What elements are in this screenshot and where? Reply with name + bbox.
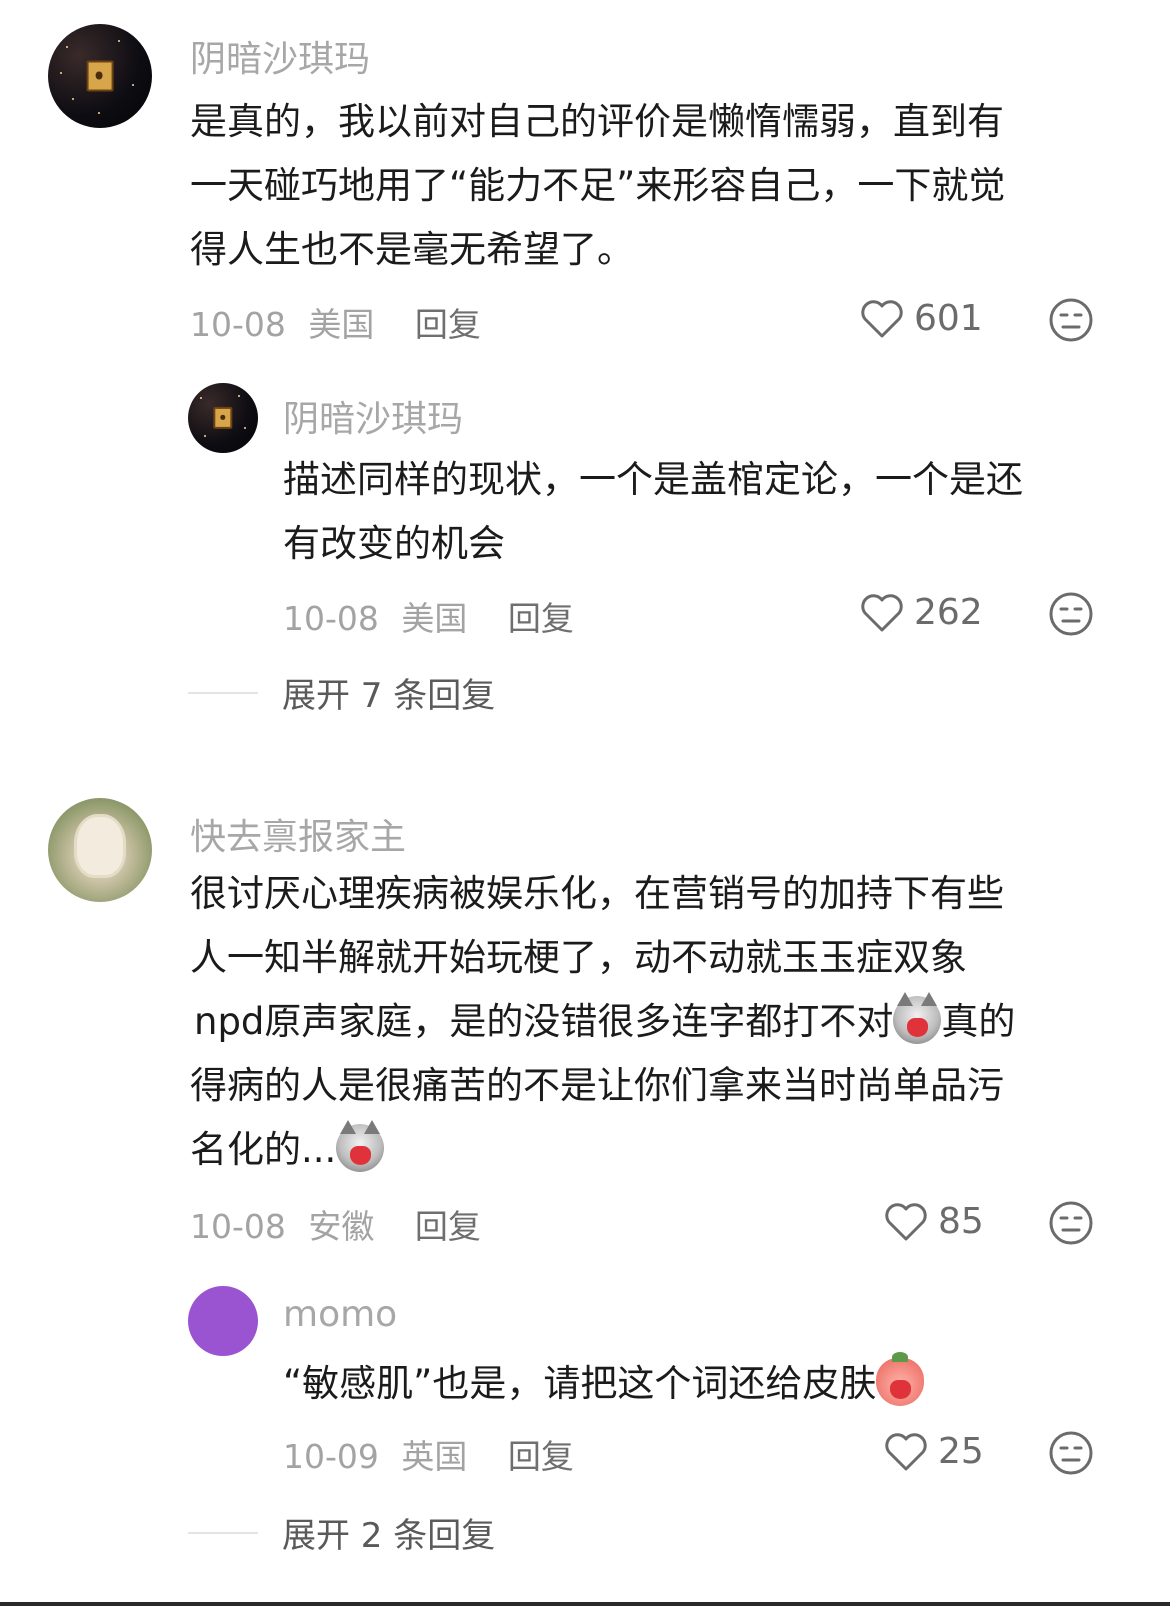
like-button[interactable]: 25 [884, 1431, 984, 1472]
crying-peach-emoji [876, 1352, 925, 1406]
like-button[interactable]: 601 [860, 298, 983, 339]
like-count: 25 [938, 1431, 984, 1472]
like-button[interactable]: 85 [884, 1201, 984, 1242]
neutral-face-icon[interactable] [1048, 591, 1094, 637]
comment-text: 很讨厌心理疾病被娱乐化，在营销号的加持下有些 人一知半解就开始玩梗了，动不动就玉… [190, 862, 1140, 1182]
reply-location: 英国 [401, 1437, 468, 1476]
username[interactable]: 阴暗沙琪玛 [283, 390, 463, 442]
avatar[interactable] [48, 24, 152, 128]
comment-date: 10-08 [190, 305, 286, 344]
username[interactable]: 快去禀报家主 [190, 808, 406, 860]
crying-cat-emoji [336, 1120, 385, 1172]
reply-meta: 10-09 英国 回复 [283, 1430, 574, 1478]
heart-outline-icon [861, 299, 903, 337]
neutral-face-icon[interactable] [1048, 297, 1094, 343]
avatar[interactable] [188, 1286, 258, 1356]
comment-text-line: 得病的人是很痛苦的不是让你们拿来当时尚单品污 [190, 1064, 1004, 1107]
comment-location: 美国 [308, 305, 375, 344]
comment-date: 10-08 [190, 1207, 286, 1246]
comment-meta: 10-08 美国 回复 [190, 298, 481, 346]
reply-button[interactable]: 回复 [415, 305, 481, 344]
heart-outline-icon [885, 1202, 927, 1240]
divider [188, 691, 258, 694]
reply-meta: 10-08 美国 回复 [283, 592, 574, 640]
crying-cat-emoji [893, 992, 942, 1044]
reply-button[interactable]: 回复 [415, 1207, 481, 1246]
expand-replies-button[interactable]: 展开 2 条回复 [188, 1508, 495, 1557]
neutral-face-icon[interactable] [1048, 1200, 1094, 1246]
reply-date: 10-09 [283, 1437, 379, 1476]
avatar[interactable] [48, 798, 152, 902]
heart-outline-icon [861, 593, 903, 631]
comment-text-line: 人一知半解就开始玩梗了，动不动就玉玉症双象 [190, 936, 967, 979]
comment-text-line: 很讨厌心理疾病被娱乐化，在营销号的加持下有些 [190, 872, 1004, 915]
like-button[interactable]: 262 [860, 592, 983, 633]
comment-text-line: npd原声家庭，是的没错很多连字都打不对 真的 [190, 990, 1140, 1054]
neutral-face-icon[interactable] [1048, 1430, 1094, 1476]
comment-meta: 10-08 安徽 回复 [190, 1200, 481, 1248]
comment-text: 是真的，我以前对自己的评价是懒惰懦弱，直到有 一天碰巧地用了“能力不足”来形容自… [190, 100, 1006, 271]
reply-button[interactable]: 回复 [508, 1437, 574, 1476]
heart-outline-icon [885, 1432, 927, 1470]
expand-replies-button[interactable]: 展开 7 条回复 [188, 668, 495, 717]
like-count: 601 [914, 298, 983, 339]
reply-button[interactable]: 回复 [508, 599, 574, 638]
avatar[interactable] [188, 383, 258, 453]
reply-text: 描述同样的现状，一个是盖棺定论，一个是还 有改变的机会 [283, 458, 1023, 565]
divider [188, 1531, 258, 1534]
username[interactable]: 阴暗沙琪玛 [190, 30, 370, 82]
bottom-edge [0, 1602, 1170, 1606]
expand-label: 展开 7 条回复 [282, 676, 496, 716]
expand-label: 展开 2 条回复 [282, 1516, 496, 1556]
reply-date: 10-08 [283, 599, 379, 638]
comment-text-line: 名化的... [190, 1118, 1140, 1182]
like-count: 85 [938, 1201, 984, 1242]
username[interactable]: momo [283, 1294, 397, 1335]
like-count: 262 [914, 592, 983, 633]
reply-location: 美国 [401, 599, 468, 638]
comment-location: 安徽 [308, 1207, 375, 1246]
reply-text: “敏感肌”也是，请把这个词还给皮肤 [283, 1352, 1143, 1416]
